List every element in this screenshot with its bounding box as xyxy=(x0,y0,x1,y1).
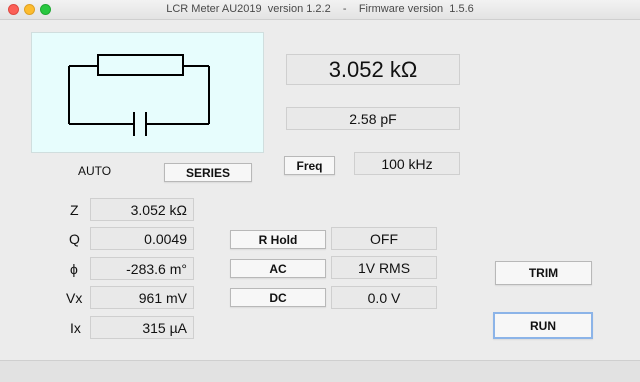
dc-value: 0.0 V xyxy=(331,286,437,309)
mode-label: AUTO xyxy=(78,164,112,178)
frequency-value: 100 kHz xyxy=(354,152,460,175)
rc-circuit-icon xyxy=(68,54,210,136)
ix-value: 315 µA xyxy=(90,316,194,339)
phase-value: -283.6 m° xyxy=(90,257,194,280)
ac-value: 1V RMS xyxy=(331,256,437,279)
secondary-value-display: 2.58 pF xyxy=(286,107,460,130)
window-title: LCR Meter AU2019 version 1.2.2 - Firmwar… xyxy=(166,3,474,15)
title-bar: LCR Meter AU2019 version 1.2.2 - Firmwar… xyxy=(0,0,640,20)
r-hold-value: OFF xyxy=(331,227,437,250)
primary-value-display: 3.052 kΩ xyxy=(286,54,460,85)
run-button[interactable]: RUN xyxy=(493,312,593,339)
z-value: 3.052 kΩ xyxy=(90,198,194,221)
vx-label: Vx xyxy=(66,290,83,306)
ix-label: Ix xyxy=(70,320,81,336)
vx-value: 961 mV xyxy=(90,286,194,309)
ac-button[interactable]: AC xyxy=(230,259,326,278)
series-button[interactable]: SERIES xyxy=(164,163,252,182)
q-label: Q xyxy=(69,231,80,247)
status-bar xyxy=(0,360,640,382)
phase-label: ϕ xyxy=(70,261,78,277)
dc-button[interactable]: DC xyxy=(230,288,326,307)
trim-button[interactable]: TRIM xyxy=(495,261,592,285)
circuit-schematic xyxy=(31,32,264,153)
q-value: 0.0049 xyxy=(90,227,194,250)
r-hold-button[interactable]: R Hold xyxy=(230,230,326,249)
z-label: Z xyxy=(70,202,79,218)
freq-button[interactable]: Freq xyxy=(284,156,335,175)
